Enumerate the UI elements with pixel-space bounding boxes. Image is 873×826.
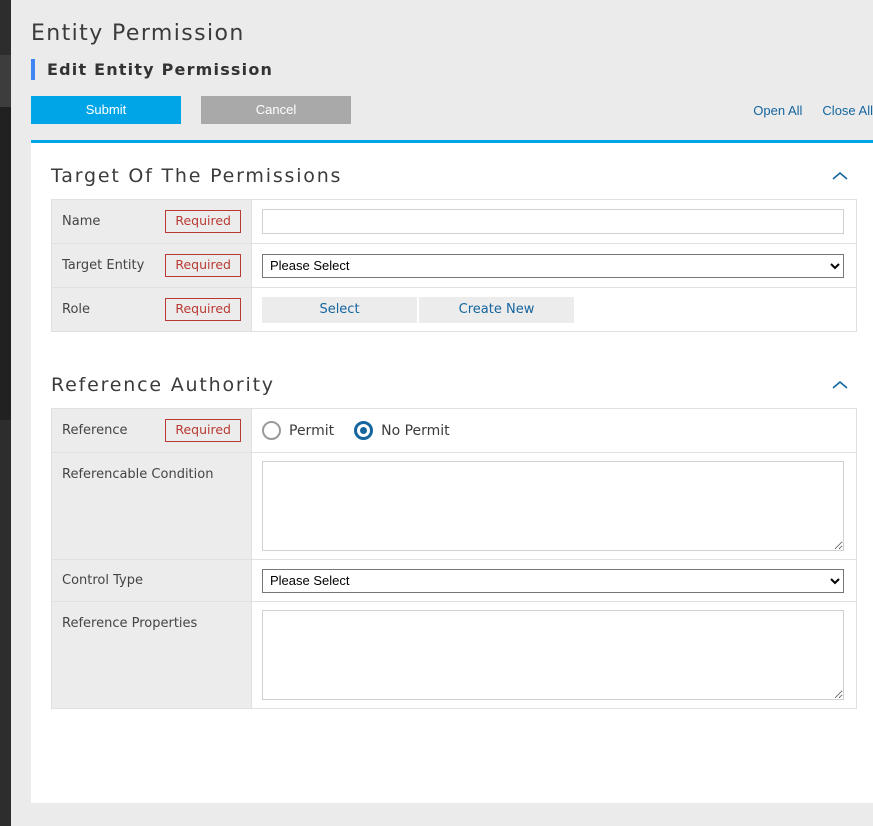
radio-label: No Permit xyxy=(381,422,450,439)
field-label: Control Type xyxy=(62,573,143,588)
action-bar: Submit Cancel Open All Close All xyxy=(11,95,873,125)
reference-authority-table: Reference Required Permit No Permit Refe… xyxy=(51,408,857,709)
section-reference-authority: Reference Authority Reference Required P… xyxy=(31,352,873,709)
field-label: Reference Properties xyxy=(62,616,198,631)
role-create-new-button[interactable]: Create New xyxy=(419,296,574,323)
rail-band-3 xyxy=(0,107,11,420)
radio-option-no-permit[interactable]: No Permit xyxy=(354,421,450,440)
form-row-reference-properties: Reference Properties xyxy=(52,602,856,709)
rail-band-1 xyxy=(0,0,11,55)
field-cell-target-entity: Please Select xyxy=(252,244,856,287)
radio-mark-icon xyxy=(262,421,281,440)
required-badge: Required xyxy=(165,298,241,321)
form-content-card: Target Of The Permissions Name Required xyxy=(31,140,873,803)
label-cell-target-entity: Target Entity Required xyxy=(52,244,252,287)
section-header-reference: Reference Authority xyxy=(51,352,857,408)
field-label: Reference xyxy=(62,423,128,438)
form-content-inner: Target Of The Permissions Name Required xyxy=(31,143,873,709)
rail-band-2 xyxy=(0,55,11,107)
chevron-up-icon[interactable] xyxy=(829,169,851,183)
page-title: Entity Permission xyxy=(31,21,245,46)
field-cell-role: Select Create New xyxy=(252,288,856,331)
required-badge: Required xyxy=(165,210,241,233)
label-cell-name: Name Required xyxy=(52,200,252,243)
form-row-control-type: Control Type Please Select xyxy=(52,560,856,602)
field-cell-referencable-condition xyxy=(252,453,856,559)
label-cell-role: Role Required xyxy=(52,288,252,331)
radio-option-permit[interactable]: Permit xyxy=(262,421,334,440)
name-input[interactable] xyxy=(262,209,844,234)
target-entity-select[interactable]: Please Select xyxy=(262,253,844,278)
form-row-referencable-condition: Referencable Condition xyxy=(52,453,856,560)
page-subtitle-row: Edit Entity Permission xyxy=(31,59,873,80)
form-row-reference: Reference Required Permit No Permit xyxy=(52,409,856,453)
field-cell-name xyxy=(252,200,856,243)
form-row-name: Name Required xyxy=(52,200,856,244)
section-title-target: Target Of The Permissions xyxy=(51,165,343,187)
subtitle-accent-bar xyxy=(31,59,35,80)
cancel-button[interactable]: Cancel xyxy=(201,96,351,124)
section-title-reference: Reference Authority xyxy=(51,374,275,396)
radio-mark-icon xyxy=(354,421,374,440)
section-target-of-the-permissions: Target Of The Permissions Name Required xyxy=(31,143,873,332)
reference-radio-group: Permit No Permit xyxy=(262,421,470,440)
page-subtitle: Edit Entity Permission xyxy=(47,60,274,79)
control-type-select[interactable]: Please Select xyxy=(262,568,844,593)
label-cell-reference-properties: Reference Properties xyxy=(52,602,252,708)
page-body: Entity Permission Edit Entity Permission… xyxy=(11,0,873,826)
label-cell-control-type: Control Type xyxy=(52,560,252,601)
field-label: Name xyxy=(62,214,101,229)
role-select-button[interactable]: Select xyxy=(262,296,417,323)
field-label: Target Entity xyxy=(62,258,145,273)
open-all-link[interactable]: Open All xyxy=(753,103,802,118)
required-badge: Required xyxy=(165,254,241,277)
reference-properties-textarea[interactable] xyxy=(262,610,844,700)
field-cell-control-type: Please Select xyxy=(252,560,856,601)
referencable-condition-textarea[interactable] xyxy=(262,461,844,551)
field-cell-reference-properties xyxy=(252,602,856,708)
page-header: Entity Permission Edit Entity Permission xyxy=(11,0,873,80)
target-permissions-table: Name Required Target Entity Required Ple… xyxy=(51,199,857,332)
required-badge: Required xyxy=(165,419,241,442)
rail-band-4 xyxy=(0,420,11,826)
field-label: Referencable Condition xyxy=(62,467,214,482)
field-cell-reference: Permit No Permit xyxy=(252,409,856,452)
field-label: Role xyxy=(62,302,91,317)
left-nav-rail[interactable] xyxy=(0,0,11,826)
radio-label: Permit xyxy=(289,422,335,439)
chevron-up-icon[interactable] xyxy=(829,378,851,392)
submit-button[interactable]: Submit xyxy=(31,96,181,124)
close-all-link[interactable]: Close All xyxy=(822,103,873,118)
application-window: Entity Permission Edit Entity Permission… xyxy=(0,0,873,826)
section-header-target: Target Of The Permissions xyxy=(51,143,857,199)
label-cell-reference: Reference Required xyxy=(52,409,252,452)
form-row-role: Role Required Select Create New xyxy=(52,288,856,332)
form-row-target-entity: Target Entity Required Please Select xyxy=(52,244,856,288)
label-cell-referencable-condition: Referencable Condition xyxy=(52,453,252,559)
